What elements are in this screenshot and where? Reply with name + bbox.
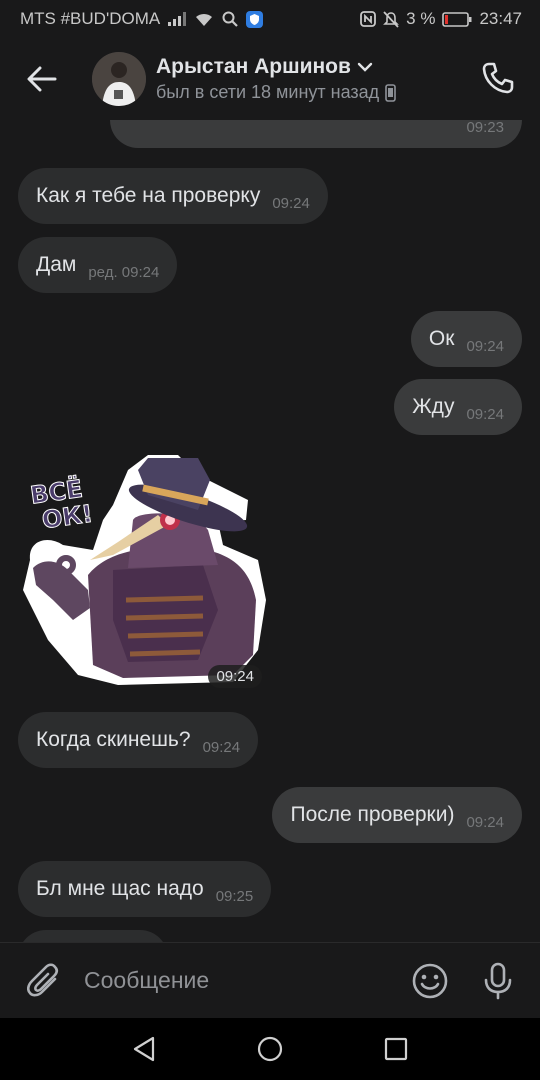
message-time: 09:24	[202, 738, 241, 756]
message-text: Когда скинешь?	[36, 728, 191, 751]
message-bubble-outgoing[interactable]: Жду 09:24	[394, 379, 522, 435]
message-time: 09:25	[215, 887, 254, 905]
message-text: Бл мне щас надо	[36, 877, 204, 900]
nfc-icon	[360, 11, 377, 27]
nav-recents-button[interactable]	[376, 1029, 416, 1069]
attach-button[interactable]	[22, 959, 66, 1003]
message-text: Жду	[412, 395, 455, 418]
message-bubble-outgoing[interactable]: После проверки) 09:24	[272, 787, 522, 843]
paperclip-icon	[27, 962, 59, 996]
clock: 23:47	[479, 9, 522, 28]
microphone-icon	[484, 962, 512, 999]
contact-name[interactable]: Арыстан Аршинов	[156, 55, 351, 79]
message-text: Ок	[428, 327, 455, 350]
nav-back-button[interactable]	[124, 1029, 164, 1069]
plague-doctor-sticker: ВСЁ ОК!	[23, 455, 266, 685]
battery-icon	[442, 11, 472, 27]
message-time: 09:24	[466, 405, 504, 423]
emoji-button[interactable]	[408, 959, 452, 1003]
mobile-device-icon	[385, 83, 396, 102]
message-composer: Сообщение	[0, 942, 540, 1018]
message-time: 09:24	[272, 194, 310, 212]
message-bubble-incoming[interactable]: Как я тебе на проверку 09:24	[18, 168, 328, 224]
wifi-icon	[194, 12, 214, 27]
message-list[interactable]: 09:23 Как я тебе на проверку 09:24 Дам р…	[0, 120, 540, 942]
message-time: 09:24	[466, 813, 504, 831]
square-recents-icon	[384, 1037, 408, 1061]
message-bubble-incoming[interactable]: Когда скинешь? 09:24	[18, 712, 259, 768]
message-input[interactable]: Сообщение	[84, 967, 408, 994]
nav-home-button[interactable]	[250, 1029, 290, 1069]
message-time: ред. 09:24	[88, 263, 160, 281]
smile-icon	[412, 963, 448, 998]
message-bubble-outgoing[interactable]: 09:23	[110, 120, 522, 148]
message-bubble-incoming[interactable]: Дам ред. 09:24	[18, 237, 178, 293]
phone-icon	[482, 62, 514, 94]
triangle-back-icon	[133, 1036, 155, 1062]
message-bubble-incoming[interactable]	[18, 930, 168, 942]
message-bubble-incoming[interactable]: Бл мне щас надо 09:25	[18, 861, 272, 917]
chevron-down-icon[interactable]	[357, 62, 373, 72]
avatar[interactable]	[92, 52, 146, 106]
message-text: После проверки)	[290, 803, 455, 826]
circle-home-icon	[257, 1036, 283, 1062]
message-time: 09:23	[466, 120, 504, 136]
svg-text:ОК!: ОК!	[40, 500, 94, 535]
message-time: 09:24	[466, 337, 504, 355]
system-navigation-bar	[0, 1018, 540, 1080]
message-text: Как я тебе на проверку	[36, 184, 261, 207]
battery-percent: 3 %	[406, 9, 436, 28]
sticker-time: 09:24	[208, 665, 262, 688]
arrow-left-icon	[27, 66, 57, 92]
message-bubble-outgoing[interactable]: Ок 09:24	[410, 311, 522, 367]
signal-icon	[168, 12, 187, 26]
back-button[interactable]	[22, 59, 62, 99]
carrier-label: MTS #BUD'DOMA	[20, 9, 161, 28]
voice-record-button[interactable]	[476, 959, 520, 1003]
message-text: Дам	[36, 253, 77, 276]
status-bar: MTS #BUD'DOMA 3 % 23:47	[0, 0, 540, 38]
sticker-message[interactable]: ВСЁ ОК! 09:24	[18, 450, 268, 692]
last-seen-status: был в сети 18 минут назад	[156, 82, 380, 102]
shield-icon	[246, 10, 264, 28]
mute-bell-icon	[383, 10, 400, 28]
chat-header: Арыстан Аршинов был в сети 18 минут наза…	[0, 38, 540, 120]
search-icon	[222, 11, 238, 27]
call-button[interactable]	[478, 58, 518, 98]
